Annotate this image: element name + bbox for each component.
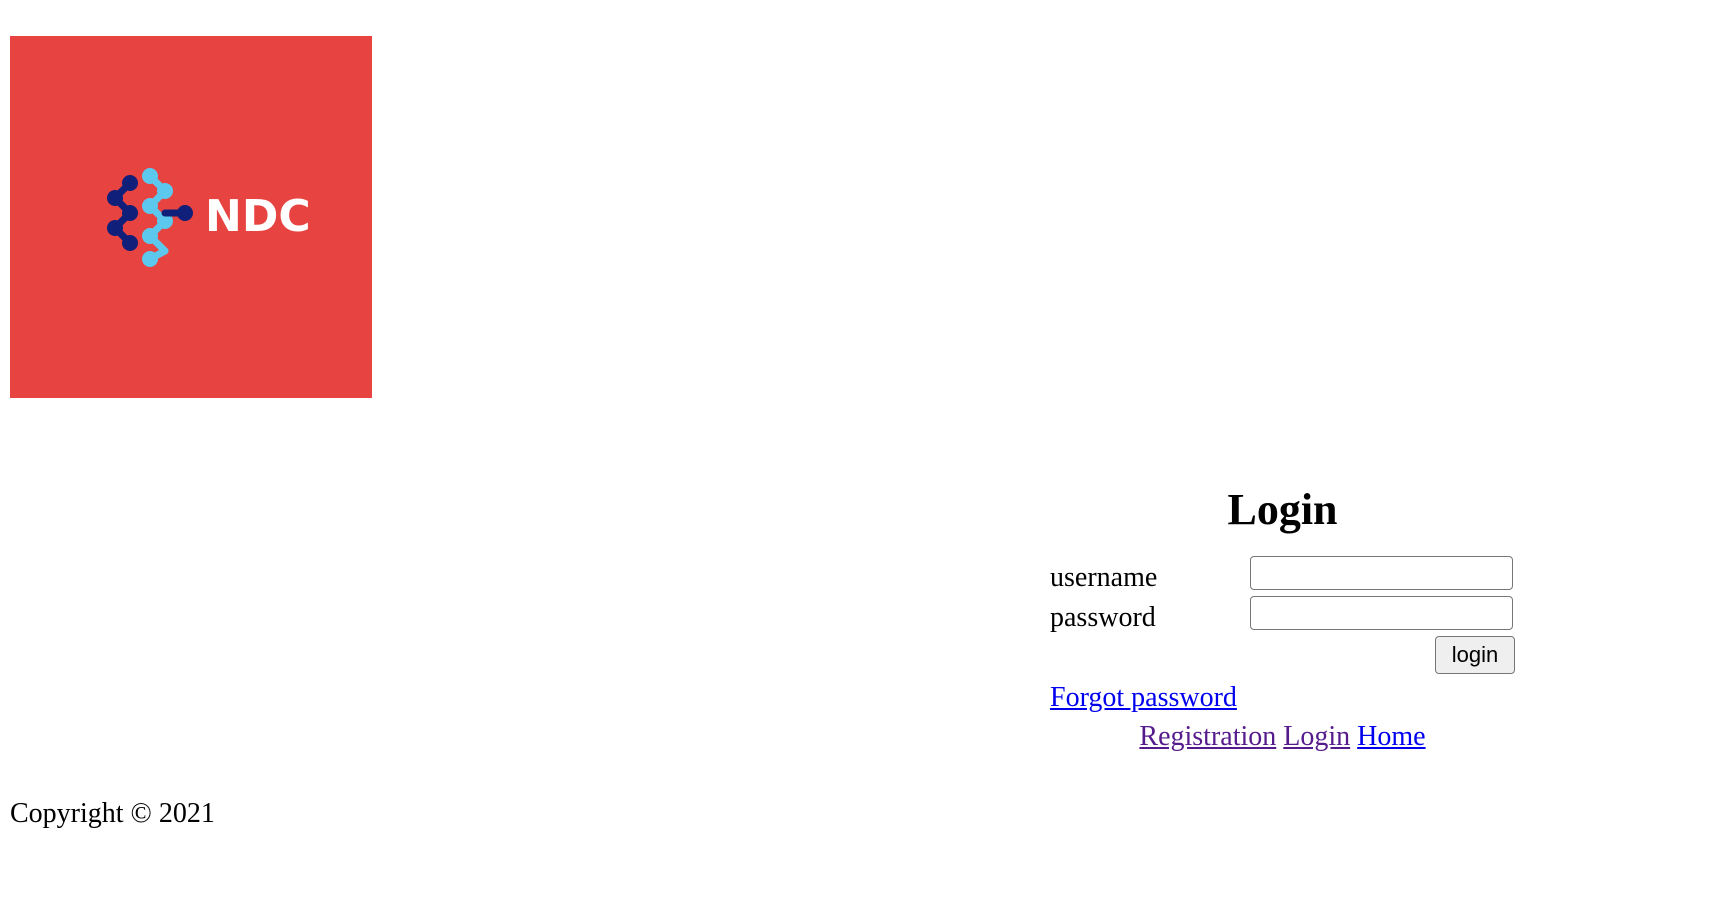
forgot-row: Forgot password	[1050, 680, 1515, 718]
login-link[interactable]: Login	[1283, 721, 1350, 752]
registration-link[interactable]: Registration	[1139, 721, 1276, 752]
copyright-text: Copyright © 2021	[10, 798, 215, 829]
password-label: password	[1050, 602, 1156, 633]
login-button[interactable]: login	[1435, 636, 1515, 674]
nav-links: Registration Login Home	[1050, 718, 1515, 758]
home-link[interactable]: Home	[1357, 721, 1425, 752]
login-heading: Login	[1227, 485, 1338, 534]
password-input[interactable]	[1250, 596, 1513, 630]
login-panel: Login username password login Forgot pas…	[1050, 480, 1515, 758]
ndc-logo-graphic: NDC	[10, 36, 372, 398]
submit-row: login	[1050, 636, 1515, 680]
ndc-logo: NDC	[10, 36, 372, 398]
password-row: password	[1050, 596, 1515, 636]
username-input[interactable]	[1250, 556, 1513, 590]
username-label: username	[1050, 562, 1158, 593]
forgot-password-link[interactable]: Forgot password	[1050, 682, 1237, 713]
logo-text: NDC	[205, 191, 311, 242]
username-row: username	[1050, 556, 1515, 596]
